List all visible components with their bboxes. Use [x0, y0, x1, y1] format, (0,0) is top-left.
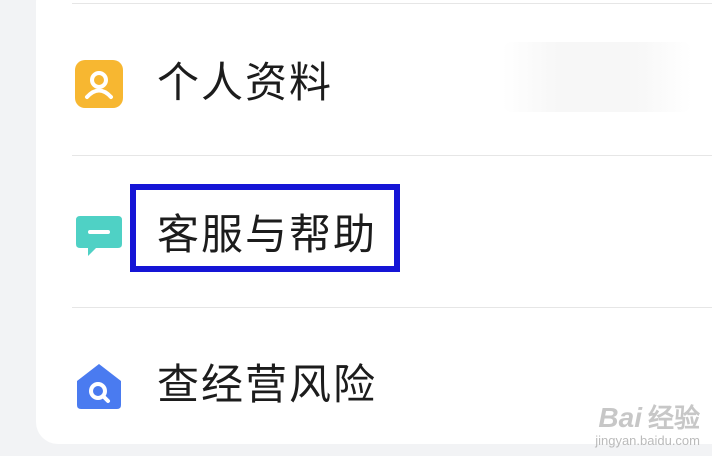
house-search-icon — [74, 361, 124, 411]
menu-item-label: 查经营风险 — [157, 360, 378, 409]
menu-item-profile[interactable]: 个人资料 — [0, 4, 712, 154]
screen: 个人资料 客服与帮助 查经营风险 Bai 经验 jingyan.baidu.com — [0, 0, 712, 456]
watermark-brand-suffix: 经验 — [647, 403, 700, 433]
highlight-annotation-box — [130, 184, 400, 272]
watermark-url: jingyan.baidu.com — [595, 433, 700, 448]
chat-bubble-icon — [74, 210, 124, 260]
profile-icon — [74, 59, 124, 109]
menu-item-label: 个人资料 — [157, 58, 334, 107]
watermark-brand: Bai — [598, 402, 642, 433]
watermark: Bai 经验 jingyan.baidu.com — [595, 398, 700, 448]
watermark-logo: Bai 经验 — [595, 398, 700, 435]
